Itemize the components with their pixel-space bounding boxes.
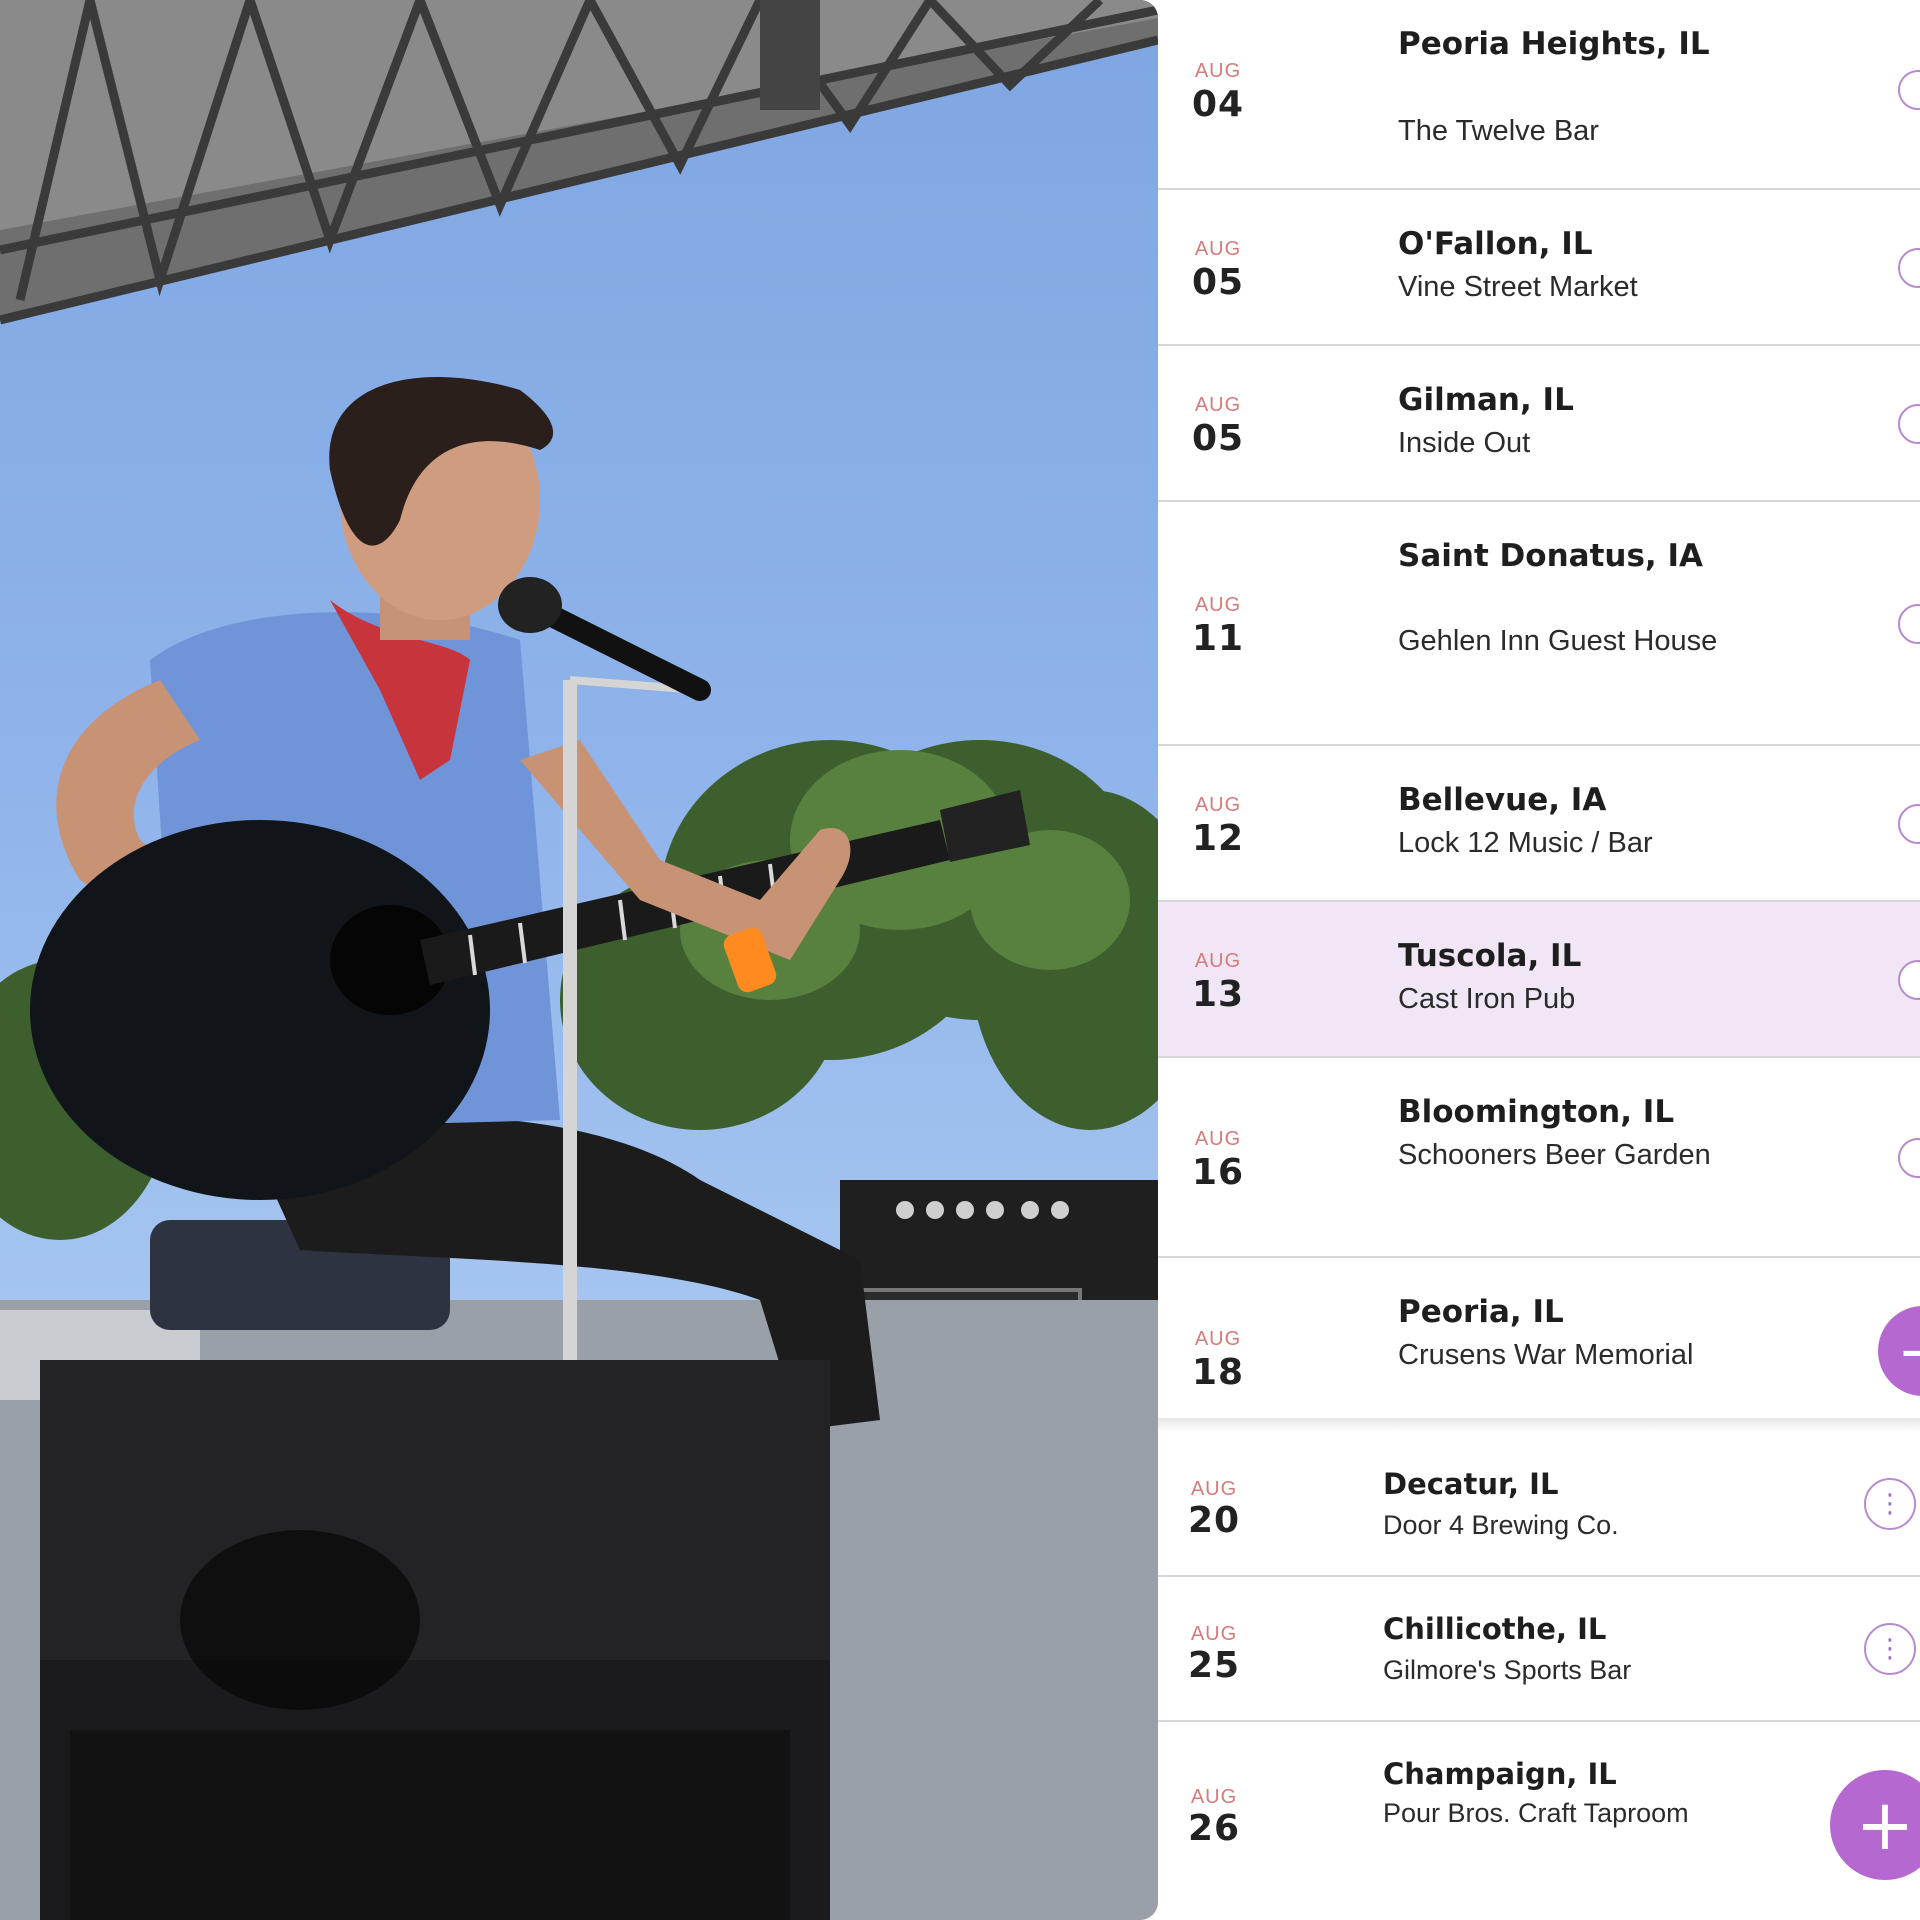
list-item[interactable]: AUG 05 O'Fallon, IL Vine Street Market xyxy=(1158,190,1920,346)
event-venue: Door 4 Brewing Co. xyxy=(1383,1510,1619,1540)
event-month: AUG xyxy=(1194,594,1242,616)
list-item[interactable]: AUG 25 Chillicothe, IL Gilmore's Sports … xyxy=(1158,1577,1920,1722)
tour-dates-list: AUG 04 Peoria Heights, IL The Twelve Bar… xyxy=(1158,0,1920,1920)
more-options-button[interactable]: ⋮ xyxy=(1864,1623,1916,1675)
event-day: 05 xyxy=(1191,418,1245,459)
event-venue: Vine Street Market xyxy=(1398,271,1638,303)
event-venue: Gehlen Inn Guest House xyxy=(1398,625,1718,657)
event-city: Peoria Heights, IL xyxy=(1398,26,1710,62)
event-month: AUG xyxy=(1194,1128,1242,1150)
list-item[interactable]: AUG 18 Peoria, IL Crusens War Memorial xyxy=(1158,1258,1920,1430)
vertical-dots-icon: ⋮ xyxy=(1877,1489,1903,1519)
list-item[interactable]: AUG 26 Champaign, IL Pour Bros. Craft Ta… xyxy=(1158,1722,1920,1920)
event-city: Bloomington, IL xyxy=(1398,1094,1675,1130)
list-item[interactable]: AUG 16 Bloomington, IL Schooners Beer Ga… xyxy=(1158,1058,1920,1258)
event-venue: The Twelve Bar xyxy=(1398,115,1599,147)
list-item[interactable]: AUG 12 Bellevue, IA Lock 12 Music / Bar xyxy=(1158,746,1920,902)
event-day: 04 xyxy=(1191,84,1245,125)
event-day: 25 xyxy=(1187,1645,1241,1686)
screenshot-divider xyxy=(1158,1418,1920,1432)
event-day: 11 xyxy=(1191,618,1245,659)
event-day: 18 xyxy=(1191,1352,1245,1393)
vertical-dots-icon: ⋮ xyxy=(1877,1634,1903,1664)
event-options-button[interactable] xyxy=(1898,604,1920,644)
event-venue: Schooners Beer Garden xyxy=(1398,1139,1711,1171)
event-options-button[interactable] xyxy=(1898,804,1920,844)
event-day: 12 xyxy=(1191,818,1245,859)
more-options-button[interactable]: ⋮ xyxy=(1864,1478,1916,1530)
event-venue: Crusens War Memorial xyxy=(1398,1339,1694,1371)
event-venue: Gilmore's Sports Bar xyxy=(1383,1655,1632,1685)
event-day: 05 xyxy=(1191,262,1245,303)
event-month: AUG xyxy=(1194,950,1242,972)
event-city: Saint Donatus, IA xyxy=(1398,538,1704,574)
event-city: Peoria, IL xyxy=(1398,1294,1564,1330)
event-options-button[interactable] xyxy=(1898,248,1920,288)
event-venue: Inside Out xyxy=(1398,427,1531,459)
event-options-button[interactable] xyxy=(1898,960,1920,1000)
performer-photo xyxy=(0,0,1158,1920)
event-city: Chillicothe, IL xyxy=(1383,1612,1607,1646)
event-day: 13 xyxy=(1191,974,1245,1015)
list-item[interactable]: AUG 05 Gilman, IL Inside Out xyxy=(1158,346,1920,502)
event-options-button[interactable] xyxy=(1898,1138,1920,1178)
event-day: 20 xyxy=(1187,1500,1241,1541)
event-venue: Lock 12 Music / Bar xyxy=(1398,827,1653,859)
event-month: AUG xyxy=(1190,1786,1238,1808)
event-options-button[interactable] xyxy=(1898,70,1920,110)
list-item[interactable]: AUG 20 Decatur, IL Door 4 Brewing Co. ⋮ xyxy=(1158,1432,1920,1577)
list-item[interactable]: AUG 04 Peoria Heights, IL The Twelve Bar xyxy=(1158,0,1920,190)
event-month: AUG xyxy=(1194,60,1242,82)
list-item[interactable]: AUG 11 Saint Donatus, IA Gehlen Inn Gues… xyxy=(1158,502,1920,746)
event-day: 26 xyxy=(1187,1808,1241,1849)
plus-icon: + xyxy=(1855,1784,1915,1866)
list-item[interactable]: AUG 13 Tuscola, IL Cast Iron Pub xyxy=(1158,902,1920,1058)
event-month: AUG xyxy=(1194,1328,1242,1350)
event-month: AUG xyxy=(1190,1478,1238,1500)
event-city: Champaign, IL xyxy=(1383,1757,1617,1791)
event-month: AUG xyxy=(1194,394,1242,416)
event-city: O'Fallon, IL xyxy=(1398,226,1593,262)
event-city: Tuscola, IL xyxy=(1398,938,1582,974)
event-city: Gilman, IL xyxy=(1398,382,1574,418)
event-month: AUG xyxy=(1190,1623,1238,1645)
event-month: AUG xyxy=(1194,238,1242,260)
plus-icon: + xyxy=(1897,1315,1920,1388)
event-city: Decatur, IL xyxy=(1383,1467,1559,1501)
event-options-button[interactable] xyxy=(1898,404,1920,444)
event-venue: Cast Iron Pub xyxy=(1398,983,1576,1015)
event-venue: Pour Bros. Craft Taproom xyxy=(1383,1798,1689,1828)
event-city: Bellevue, IA xyxy=(1398,782,1607,818)
event-month: AUG xyxy=(1194,794,1242,816)
event-day: 16 xyxy=(1191,1152,1245,1193)
